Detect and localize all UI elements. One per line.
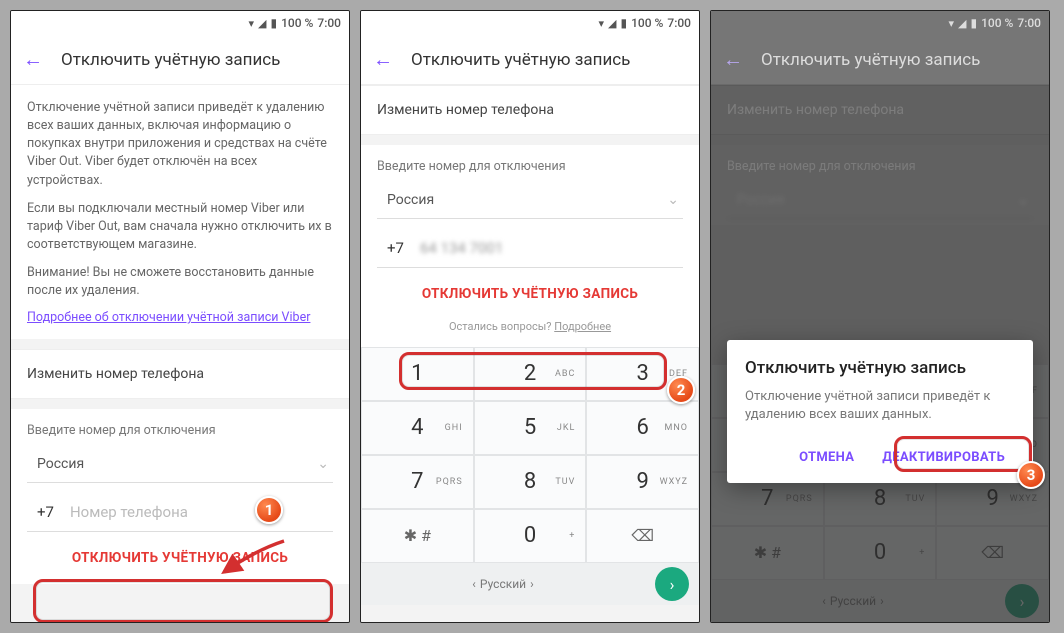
country-select[interactable]: Россия ⌄ (27, 448, 333, 483)
deactivate-button[interactable]: ОТКЛЮЧИТЬ УЧЁТНУЮ ЗАПИСЬ (27, 532, 333, 578)
form-title: Введите номер для отключения (27, 423, 333, 438)
screen-1: ▾ ◢ ▮ 100 % 7:00 ← Отключить учётную зап… (10, 10, 350, 623)
page-title: Отключить учётную запись (61, 50, 280, 70)
phone-prefix: +7 (387, 239, 404, 257)
status-bar: ▾ ◢ ▮ 100 % 7:00 (361, 11, 699, 35)
page-title: Отключить учётную запись (761, 50, 980, 70)
change-number-section[interactable]: Изменить номер телефона (361, 85, 699, 135)
battery-text: 100 % (631, 16, 663, 30)
battery-text: 100 % (281, 16, 313, 30)
content: Изменить номер телефона Введите номер дл… (711, 85, 1049, 622)
back-icon[interactable]: ← (23, 47, 43, 72)
phone-row: +7 Номер телефона (27, 489, 333, 532)
key-0[interactable]: 0+ (474, 509, 587, 563)
deactivate-form: Введите номер для отключения Россия ⌄ +7… (11, 409, 349, 584)
lang-switch[interactable]: ‹Русский› (361, 577, 645, 591)
wifi-icon: ▾ (948, 17, 954, 30)
info-p1: Отключение учётной записи приведёт к уда… (27, 99, 333, 190)
change-number-section[interactable]: Изменить номер телефона (11, 349, 349, 399)
deactivate-form: Введите номер для отключения Россия ⌄ +7… (361, 145, 699, 347)
signal-icon: ◢ (958, 17, 966, 30)
dialog-title: Отключить учётную запись (745, 358, 1015, 378)
phone-prefix: +7 (37, 503, 54, 521)
page-title: Отключить учётную запись (411, 50, 630, 70)
battery-text: 100 % (981, 16, 1013, 30)
keyboard-bottom: ‹Русский› › (361, 563, 699, 605)
time-text: 7:00 (667, 16, 691, 30)
deactivate-confirm-button[interactable]: ДЕАКТИВИРОВАТЬ (872, 442, 1015, 473)
phone-input[interactable]: Номер телефона (70, 503, 329, 521)
numeric-keyboard: 12ABC3DEF 4GHI5JKL6MNO 7PQRS8TUV9WXYZ ✱ … (361, 347, 699, 605)
learn-more-link[interactable]: Подробнее об отключении учётной записи V… (27, 310, 310, 325)
app-bar: ← Отключить учётную запись (711, 35, 1049, 85)
country-value: Россия (37, 456, 84, 472)
dialog-message: Отключение учётной записи приведёт к уда… (745, 388, 1015, 424)
status-bar: ▾ ◢ ▮ 100 % 7:00 (11, 11, 349, 35)
app-bar: ← Отключить учётную запись (361, 35, 699, 85)
step-badge-1: 1 (255, 496, 283, 524)
wifi-icon: ▾ (248, 17, 254, 30)
content: Изменить номер телефона Введите номер дл… (361, 85, 699, 622)
status-bar: ▾ ◢ ▮ 100 % 7:00 (711, 11, 1049, 35)
key-✱ #[interactable]: ✱ # (361, 509, 474, 563)
key-1[interactable]: 1 (361, 347, 474, 401)
screen-2: ▾ ◢ ▮ 100 % 7:00 ← Отключить учётную зап… (360, 10, 700, 623)
battery-icon: ▮ (970, 16, 977, 30)
content: Отключение учётной записи приведёт к уда… (11, 85, 349, 622)
wifi-icon: ▾ (598, 17, 604, 30)
highlight-box-1 (33, 579, 333, 622)
back-icon[interactable]: ← (723, 47, 743, 72)
key-⌫[interactable]: ⌫ (586, 509, 699, 563)
key-6[interactable]: 6MNO (586, 401, 699, 455)
signal-icon: ◢ (608, 17, 616, 30)
key-7[interactable]: 7PQRS (361, 455, 474, 509)
key-4[interactable]: 4GHI (361, 401, 474, 455)
step-badge-3: 3 (1017, 461, 1045, 489)
country-select[interactable]: Россия ⌄ (377, 184, 683, 219)
key-8[interactable]: 8TUV (474, 455, 587, 509)
phone-row: +7 64 134 7001 (377, 225, 683, 268)
info-p3: Внимание! Вы не сможете восстановить дан… (27, 264, 333, 300)
chevron-down-icon: ⌄ (667, 192, 679, 208)
phone-input[interactable]: 64 134 7001 (420, 239, 679, 257)
enter-key[interactable]: › (655, 567, 689, 601)
chevron-down-icon: ⌄ (317, 456, 329, 472)
time-text: 7:00 (1017, 16, 1041, 30)
faq-hint: Остались вопросы? Подробнее (377, 314, 683, 341)
faq-link[interactable]: Подробнее (554, 320, 611, 333)
back-icon[interactable]: ← (373, 47, 393, 72)
deactivate-button[interactable]: ОТКЛЮЧИТЬ УЧЁТНУЮ ЗАПИСЬ (377, 268, 683, 314)
screen-3: ▾ ◢ ▮ 100 % 7:00 ← Отключить учётную зап… (710, 10, 1050, 623)
info-p2: Если вы подключали местный номер Viber и… (27, 200, 333, 254)
confirm-dialog: Отключить учётную запись Отключение учёт… (727, 340, 1033, 483)
signal-icon: ◢ (258, 17, 266, 30)
dialog-actions: ОТМЕНА ДЕАКТИВИРОВАТЬ (745, 442, 1015, 473)
key-9[interactable]: 9WXYZ (586, 455, 699, 509)
time-text: 7:00 (317, 16, 341, 30)
app-bar: ← Отключить учётную запись (11, 35, 349, 85)
step-badge-2: 2 (667, 376, 695, 404)
cancel-button[interactable]: ОТМЕНА (789, 442, 864, 473)
key-2[interactable]: 2ABC (474, 347, 587, 401)
country-value: Россия (387, 192, 434, 208)
battery-icon: ▮ (270, 16, 277, 30)
key-5[interactable]: 5JKL (474, 401, 587, 455)
form-title: Введите номер для отключения (377, 159, 683, 174)
battery-icon: ▮ (620, 16, 627, 30)
